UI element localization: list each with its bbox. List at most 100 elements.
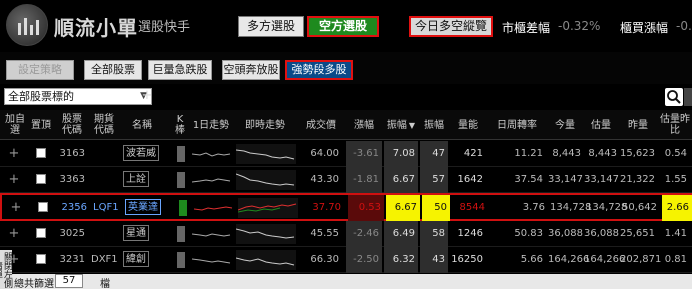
price-value: 37.70 (312, 202, 341, 213)
add-watch-button[interactable]: + (4, 141, 24, 167)
est-vol-value: 8,443 (588, 148, 617, 159)
filter-count-unit: 檔 (100, 279, 110, 289)
est-vol-value: 164,266 (584, 254, 626, 265)
table-header: 加自選 置頂 股票代碼 期貨代碼 名稱 K棒 1日走勢 即時走勢 成交價 漲幅 … (0, 110, 692, 140)
est-vol-value: 33,147 (584, 174, 619, 185)
col-future-code[interactable]: 期貨代碼 (90, 110, 118, 140)
scroll-up-handle[interactable] (684, 88, 692, 106)
close-left-list-tab[interactable]: 關閉左側清單 (0, 250, 12, 289)
pin-checkbox[interactable] (32, 221, 50, 247)
today-vol-value: 164,266 (548, 254, 590, 265)
stock-code: 3163 (59, 148, 85, 159)
col-add-watch[interactable]: 加自選 (2, 110, 28, 140)
col-amplitude-1[interactable]: 振幅 ▼ (384, 110, 418, 140)
col-volume-power[interactable]: 量能 (450, 110, 486, 140)
add-filter-button[interactable]: + (140, 88, 154, 105)
table-row[interactable]: + 3231 DXF1 緯創 66.30 -2.50 6.32 43 16250… (0, 247, 692, 273)
col-yest-vol[interactable]: 昨量 (620, 110, 656, 140)
stock-name[interactable]: 英業達 (122, 195, 170, 221)
big-drop-button[interactable]: 巨量急跌股 (148, 60, 212, 80)
col-est-vol[interactable]: 估量 (584, 110, 618, 140)
stock-name-text: 英業達 (125, 199, 161, 215)
col-price[interactable]: 成交價 (300, 110, 342, 140)
col-today-vol[interactable]: 今量 (548, 110, 582, 140)
amplitude-2-value: 57 (420, 167, 448, 193)
est-ratio-value: 1.41 (664, 228, 687, 239)
stock-name[interactable]: 波若威 (120, 141, 168, 167)
pin-checkbox[interactable] (34, 195, 52, 221)
daily-trend-sparkline (192, 233, 231, 237)
col-pin[interactable]: 置頂 (30, 110, 52, 140)
short-selection-button[interactable]: 空方選股 (307, 16, 379, 37)
daily-trend-sparkline (192, 258, 231, 264)
pin-checkbox[interactable] (32, 247, 50, 273)
table-row[interactable]: + 3025 星通 45.55 -2.46 6.49 58 1246 50.83… (0, 221, 692, 247)
col-est-ratio[interactable]: 估量昨比 (660, 110, 690, 140)
sort-arrow-icon: ▼ (408, 120, 416, 130)
future-code (88, 221, 118, 247)
search-icon[interactable] (665, 88, 683, 106)
stock-name-text: 緯創 (123, 251, 149, 267)
amplitude-1-value: 6.67 (386, 195, 420, 221)
add-watch-button[interactable]: + (6, 195, 26, 221)
volume-power-value: 1246 (457, 228, 483, 239)
all-stocks-button[interactable]: 全部股票 (84, 60, 142, 80)
today-vol-value: 134,728 (550, 202, 592, 213)
stock-table: 加自選 置頂 股票代碼 期貨代碼 名稱 K棒 1日走勢 即時走勢 成交價 漲幅 … (0, 110, 692, 274)
col-name[interactable]: 名稱 (120, 110, 164, 140)
app-title: 順流小單 (54, 16, 138, 40)
change-value: -2.50 (346, 247, 382, 273)
est-ratio-value: 2.66 (662, 195, 692, 221)
today-vol-value: 36,088 (548, 228, 583, 239)
status-footer: 總共篩選 57 檔 (0, 274, 692, 289)
table-row[interactable]: + 3363 上詮 43.30 -1.81 6.67 57 1642 37.54… (0, 167, 692, 193)
stock-code: 2356 (61, 202, 87, 213)
set-strategy-button[interactable]: 設定策略 (6, 60, 74, 80)
col-turnover[interactable]: 日周轉率 (488, 110, 546, 140)
long-selection-button[interactable]: 多方選股 (238, 16, 304, 37)
col-amplitude-2[interactable]: 振幅 (420, 110, 448, 140)
turnover-value: 5.66 (520, 254, 543, 265)
otc-change-label: 櫃買漲幅 (620, 21, 669, 35)
amplitude-1-value: 6.67 (384, 167, 418, 193)
col-stock-code[interactable]: 股票代碼 (58, 110, 86, 140)
stock-name-text: 上詮 (123, 171, 149, 187)
stock-universe-value: 全部股票標的 (8, 90, 74, 103)
short-rally-button[interactable]: 空頭奔放股 (222, 60, 280, 80)
add-watch-button[interactable]: + (4, 221, 24, 247)
overview-button[interactable]: 今日多空縱覽 (409, 16, 493, 37)
turnover-value: 3.76 (522, 202, 545, 213)
live-trend-sparkline (238, 198, 298, 218)
strong-rally-button[interactable]: 強勢段多股 (285, 60, 353, 80)
volume-power-value: 8544 (459, 202, 485, 213)
pin-checkbox[interactable] (32, 167, 50, 193)
table-row[interactable]: + 2356 LQF1 英業達 37.70 0.53 6.67 50 8544 … (0, 193, 692, 221)
stock-name[interactable]: 星通 (120, 221, 168, 247)
amplitude-2-value: 50 (422, 195, 450, 221)
stock-universe-select[interactable]: 全部股票標的 ▼ (4, 88, 152, 105)
col-change[interactable]: 漲幅 (346, 110, 382, 140)
kbar-candle (179, 200, 187, 216)
est-ratio-value: 0.81 (664, 254, 687, 265)
yest-vol-value: 25,651 (620, 228, 655, 239)
yest-vol-value: 21,322 (620, 174, 655, 185)
pin-checkbox[interactable] (32, 141, 50, 167)
col-live-trend[interactable]: 即時走勢 (234, 110, 296, 140)
turnover-value: 11.21 (514, 148, 543, 159)
col-kbar[interactable]: K棒 (172, 110, 188, 140)
kbar-candle (177, 226, 185, 242)
price-value: 45.55 (310, 228, 339, 239)
amplitude-2-value: 43 (420, 247, 448, 273)
stock-name[interactable]: 上詮 (120, 167, 168, 193)
change-value: -2.46 (346, 221, 382, 247)
turnover-value: 37.54 (514, 174, 543, 185)
volume-power-value: 421 (463, 148, 483, 159)
logo-icon (6, 4, 48, 46)
stock-name[interactable]: 緯創 (120, 247, 168, 273)
col-daily-trend[interactable]: 1日走勢 (190, 110, 232, 140)
add-watch-button[interactable]: + (4, 167, 24, 193)
live-trend-sparkline (236, 250, 296, 270)
amplitude-2-value: 47 (420, 141, 448, 167)
table-row[interactable]: + 3163 波若威 64.00 -3.61 7.08 47 421 11.21… (0, 141, 692, 167)
daily-trend-sparkline (192, 152, 231, 157)
